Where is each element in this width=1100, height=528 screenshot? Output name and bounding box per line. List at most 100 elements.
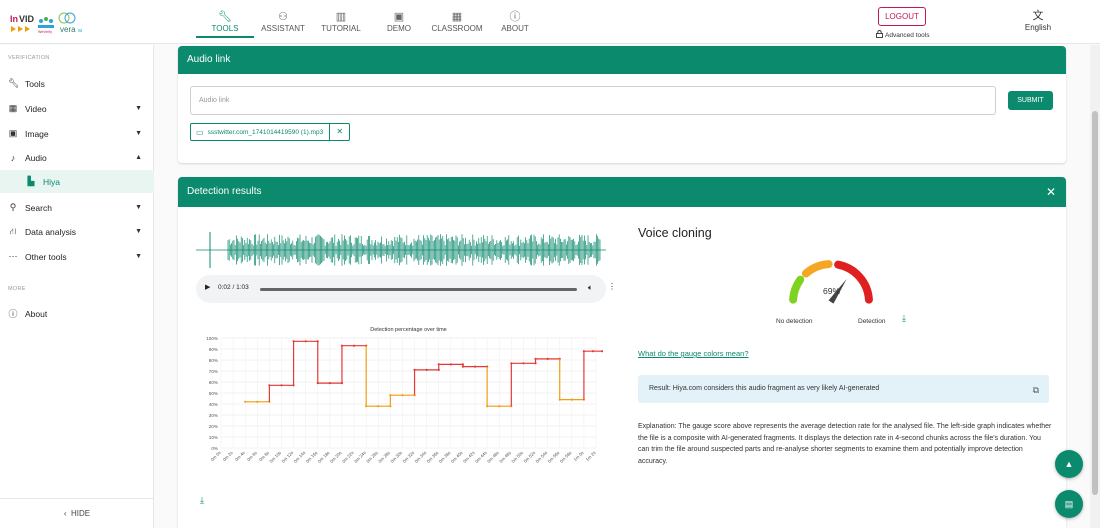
remove-file-button[interactable]: ✕ [329, 124, 349, 140]
data-point [377, 405, 380, 408]
nav-label: TUTORIAL [321, 24, 361, 33]
data-point [365, 405, 368, 408]
chevron-down-icon: ▼ [135, 130, 142, 137]
nav-about[interactable]: ⓘ ABOUT [486, 8, 544, 38]
data-point [591, 350, 595, 353]
data-point [570, 398, 573, 401]
gauge-colors-link[interactable]: What do the gauge colors mean? [638, 349, 749, 358]
detection-results-header: Detection results ✕ [178, 177, 1066, 207]
play-icon[interactable]: ▶ [205, 283, 210, 291]
gauge-orange-arc [801, 260, 833, 278]
sidebar-item-tools[interactable]: 🔧︎ Tools [0, 72, 154, 95]
wrench-icon: 🔧︎ [218, 11, 232, 23]
y-tick-label: 40% [209, 402, 218, 407]
data-point [522, 362, 525, 365]
book-icon: ▥ [335, 11, 347, 23]
chevron-down-icon: ▼ [135, 253, 142, 260]
classroom-icon: ▦ [451, 11, 463, 23]
nav-assistant[interactable]: ⚇ ASSISTANT [254, 8, 312, 38]
hide-label: HIDE [71, 509, 91, 518]
player-progress-bar[interactable] [260, 288, 577, 291]
sidebar-item-data-analysis[interactable]: ⛙ Data analysis ▼ [0, 220, 154, 243]
sidebar-item-label: Search [25, 202, 52, 213]
data-point [473, 365, 477, 368]
explanation-text: Explanation: The gauge score above repre… [638, 423, 1052, 465]
close-icon[interactable]: ✕ [1046, 177, 1056, 207]
data-point [498, 405, 501, 408]
nav-demo[interactable]: ▣ DEMO [370, 8, 428, 38]
data-point [401, 394, 404, 397]
data-point [461, 365, 465, 368]
search-icon: ⚲ [9, 202, 17, 212]
sidebar-item-video[interactable]: ▦ Video ▼ [0, 97, 154, 120]
data-point [304, 340, 307, 343]
x-tick-label: 0m 0s [210, 450, 223, 463]
more-options-icon[interactable]: ⋮ [608, 282, 616, 291]
data-point [244, 400, 247, 403]
logout-button[interactable]: LOGOUT [878, 7, 926, 26]
download-chart-icon[interactable]: ⤓ [200, 495, 204, 506]
lock-icon [876, 30, 883, 40]
data-point [425, 368, 428, 371]
submit-button[interactable]: SUBMIT [1008, 91, 1053, 110]
copy-icon[interactable]: ⧉ [1033, 376, 1039, 404]
sidebar: VERIFICATION 🔧︎ Tools ▦ Video ▼ ▣ Image … [0, 45, 154, 528]
chevron-left-icon: ‹ [63, 509, 67, 518]
data-point [292, 340, 295, 343]
data-point [268, 384, 271, 387]
app-logo[interactable]: In VID WeVerify vera ai [8, 10, 98, 36]
top-header: In VID WeVerify vera ai 🔧︎ TOOLS ⚇ ASSISTAN… [0, 0, 1100, 44]
sidebar-item-image[interactable]: ▣ Image ▼ [0, 122, 154, 145]
chevron-down-icon: ▼ [135, 105, 142, 112]
chat-icon: ▤ [1064, 499, 1074, 509]
translate-icon: 文 [1032, 10, 1044, 22]
language-label: English [1024, 23, 1052, 32]
data-point [280, 384, 283, 387]
sidebar-item-audio[interactable]: ♪ Audio ▲ [0, 146, 154, 169]
language-selector[interactable]: 文 English [1024, 10, 1052, 32]
data-point [558, 398, 561, 401]
x-tick-label: 0m 4s [234, 450, 247, 463]
gauge-green-arc [789, 275, 805, 304]
volume-icon[interactable]: 🔈︎ [588, 283, 593, 293]
info-icon: ⓘ [8, 309, 18, 319]
nav-tutorial[interactable]: ▥ TUTORIAL [312, 8, 370, 38]
hide-sidebar-button[interactable]: ‹ HIDE [0, 498, 154, 528]
chevron-up-icon: ▲ [135, 154, 142, 161]
data-point [486, 405, 489, 408]
svg-text:WeVerify: WeVerify [38, 30, 52, 34]
folder-icon: ▭ [196, 127, 204, 137]
data-point [389, 394, 392, 397]
logo-graphic: In VID WeVerify vera ai [10, 12, 82, 34]
chat-button[interactable]: ▤ [1055, 490, 1083, 518]
sidebar-item-hiya[interactable]: ▙ Hiya [0, 170, 154, 193]
scrollbar-thumb[interactable] [1092, 111, 1098, 495]
sidebar-item-label: Hiya [43, 176, 61, 187]
scroll-top-button[interactable]: ▲ [1055, 450, 1083, 478]
nav-tools[interactable]: 🔧︎ TOOLS [196, 8, 254, 38]
sidebar-item-search[interactable]: ⚲ Search ▼ [0, 196, 154, 219]
y-tick-label: 100% [206, 336, 218, 341]
svg-text:ai: ai [78, 28, 82, 34]
video-icon: ▦ [8, 103, 18, 113]
page-scrollbar[interactable] [1090, 45, 1100, 528]
nav-classroom[interactable]: ▦ CLASSROOM [428, 8, 486, 38]
waveform[interactable] [196, 232, 606, 268]
player-time: 0:02 / 1:03 [218, 284, 249, 291]
voice-cloning-title: Voice cloning [638, 226, 712, 240]
gauge-percent: 69% [823, 286, 841, 296]
file-chip[interactable]: ▭ ssstwitter.com_1741014419590 (1).mp3 ✕ [190, 123, 351, 141]
data-point [510, 362, 513, 365]
y-tick-label: 30% [209, 413, 218, 418]
y-tick-label: 90% [209, 347, 218, 352]
download-gauge-icon[interactable]: ⤓ [902, 313, 906, 324]
sidebar-item-label: Tools [25, 78, 45, 89]
card-title: Audio link [187, 54, 231, 65]
sidebar-item-other-tools[interactable]: ⋯ Other tools ▼ [0, 245, 154, 268]
more-icon: ⋯ [8, 251, 18, 261]
sidebar-item-about[interactable]: ⓘ About [0, 302, 154, 325]
advanced-tools-link[interactable]: Advanced tools [876, 30, 929, 40]
audio-link-input[interactable]: Audio link [190, 86, 996, 115]
chevron-down-icon: ▼ [135, 228, 142, 235]
gauge-red-arc [834, 260, 873, 304]
